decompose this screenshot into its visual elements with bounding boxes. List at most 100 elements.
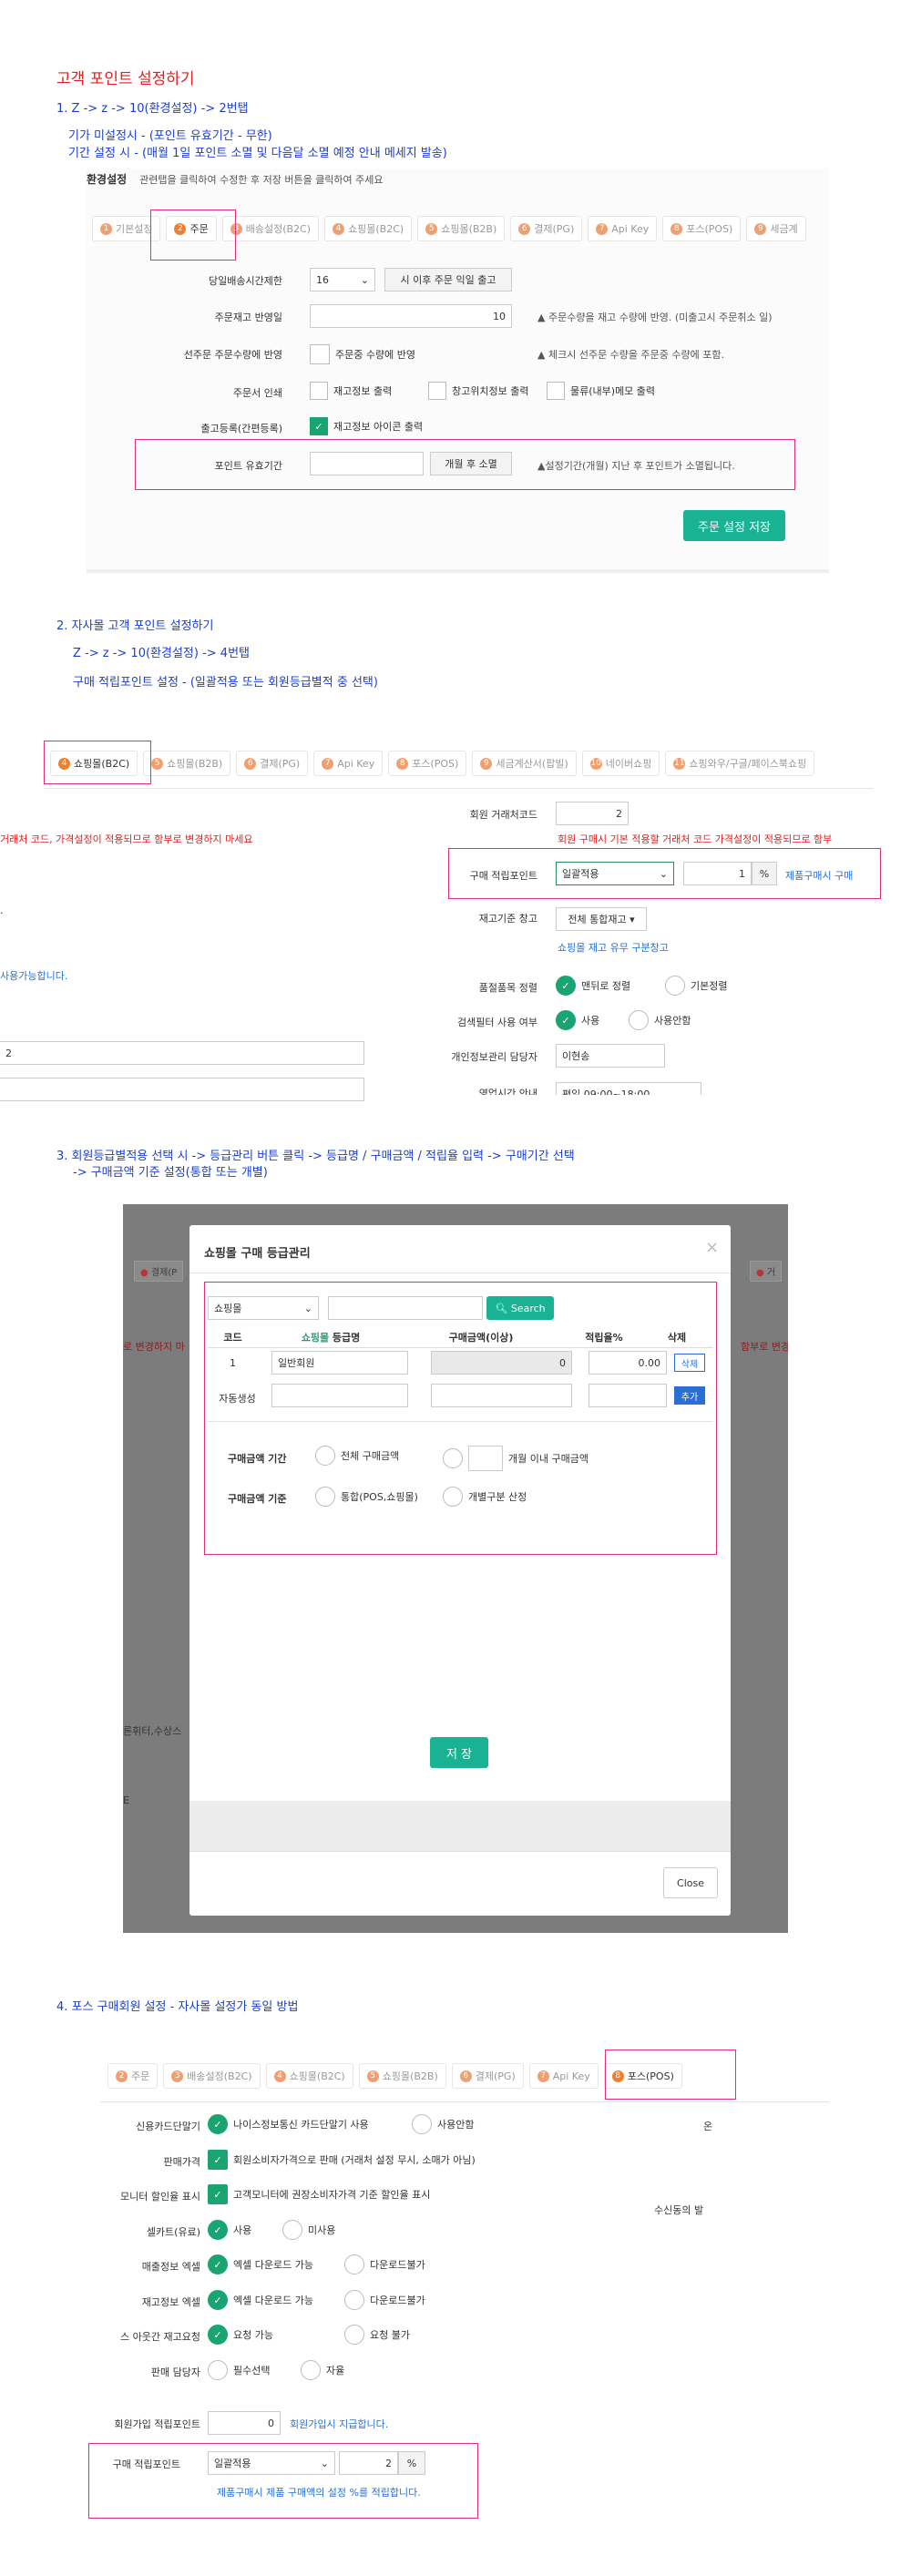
grade-rate-input[interactable]: 0.00: [589, 1351, 667, 1375]
biz-hours-input[interactable]: 평일 09:00~18:00: [556, 1082, 701, 1095]
check-icon[interactable]: ✓: [208, 2254, 228, 2274]
period-option-1[interactable]: 전체 구매금액: [315, 1446, 399, 1466]
search-input[interactable]: [328, 1296, 483, 1320]
add-button[interactable]: 추가: [674, 1386, 705, 1405]
search-filter-option-2[interactable]: 사용안함: [629, 1010, 691, 1030]
shop-select[interactable]: 쇼핑몰 ⌄: [208, 1296, 319, 1320]
radio-icon[interactable]: [282, 2220, 302, 2240]
point-expiry-button[interactable]: 개월 후 소멸: [430, 452, 512, 475]
pos-row-option[interactable]: 다운로드불가: [344, 2290, 425, 2310]
pos-row-option[interactable]: ✓ 회원소비자가격으로 판매 (거래처 설정 무시, 소매가 아님): [208, 2150, 476, 2170]
period-option-2[interactable]: 개월 이내 구매금액: [443, 1446, 589, 1471]
tab-0[interactable]: 2 주문: [107, 2063, 159, 2089]
tab-7[interactable]: 11 쇼핑와우/구글/페이스북쇼핑: [665, 751, 815, 776]
privacy-input[interactable]: 이현송: [556, 1044, 665, 1068]
pos-row-option[interactable]: ✓ 엑셀 다운로드 가능: [208, 2290, 313, 2310]
new-grade-amount-input[interactable]: [431, 1384, 572, 1407]
search-button[interactable]: 🔍︎ Search: [486, 1296, 554, 1320]
shipping-limit-select[interactable]: 16 ⌄: [310, 268, 375, 291]
tab-2[interactable]: 6 결제(PG): [236, 751, 309, 776]
radio-icon[interactable]: [344, 2290, 364, 2310]
print-option-3[interactable]: 물류(내부)메모 출력: [547, 382, 655, 400]
radio-icon[interactable]: [315, 1487, 335, 1507]
pos-purchase-point-select[interactable]: 일괄적용 ⌄: [208, 2451, 335, 2475]
preorder-option[interactable]: 주문중 수량에 반영: [310, 344, 415, 364]
tab-6[interactable]: 7 Api Key: [588, 216, 658, 241]
stock-wh-link[interactable]: 쇼핑몰 재고 유무 구분창고: [558, 940, 669, 955]
radio-icon[interactable]: [443, 1448, 463, 1468]
left-input-2[interactable]: [0, 1078, 364, 1101]
radio-icon[interactable]: [344, 2325, 364, 2345]
radio-icon[interactable]: [665, 976, 685, 996]
grade-amount-input[interactable]: 0: [431, 1351, 572, 1375]
close-button[interactable]: Close: [663, 1867, 718, 1898]
check-icon[interactable]: ✓: [208, 2325, 228, 2345]
radio-icon[interactable]: [344, 2254, 364, 2274]
member-code-input[interactable]: 2: [556, 802, 629, 825]
print-option-2[interactable]: 창고위치정보 출력: [428, 382, 528, 400]
radio-icon[interactable]: [412, 2114, 432, 2134]
pos-row-option[interactable]: 다운로드불가: [344, 2254, 425, 2274]
tab-5[interactable]: 7 Api Key: [528, 2063, 599, 2089]
join-point-input[interactable]: 0: [208, 2411, 281, 2435]
pos-row-option[interactable]: 사용안함: [412, 2114, 474, 2134]
close-icon[interactable]: ×: [705, 1238, 719, 1257]
months-input[interactable]: [468, 1446, 503, 1471]
pos-row-option[interactable]: 미사용: [282, 2220, 335, 2240]
tab-3[interactable]: 7 Api Key: [313, 751, 384, 776]
check-icon[interactable]: ✓: [556, 976, 576, 996]
purchase-point-input[interactable]: 1: [683, 862, 752, 885]
tab-2[interactable]: 3 배송설정(B2C): [221, 216, 320, 241]
basis-option-1[interactable]: 통합(POS,쇼핑몰): [315, 1487, 418, 1507]
radio-icon[interactable]: [301, 2360, 321, 2380]
radio-icon[interactable]: [208, 2360, 228, 2380]
purchase-point-link[interactable]: 제품구매시 구매: [785, 868, 853, 883]
print-checkbox-3[interactable]: [547, 382, 565, 400]
check-icon[interactable]: ✓: [208, 2150, 228, 2170]
pos-purchase-point-input[interactable]: 2: [339, 2451, 398, 2475]
save-order-settings-button[interactable]: 주문 설정 저장: [683, 510, 785, 541]
left-input-1[interactable]: 2: [0, 1041, 364, 1065]
new-grade-rate-input[interactable]: [589, 1384, 667, 1407]
pos-row-option[interactable]: 자율: [301, 2360, 344, 2380]
pos-row-option[interactable]: 요청 불가: [344, 2325, 410, 2345]
pos-row-option[interactable]: 필수선택: [208, 2360, 270, 2380]
preorder-checkbox[interactable]: [310, 344, 330, 364]
save-button[interactable]: 저 장: [430, 1737, 488, 1768]
tab-1[interactable]: 5 쇼핑몰(B2B): [143, 751, 231, 776]
delete-button[interactable]: 삭제: [674, 1354, 705, 1372]
pos-row-option[interactable]: ✓ 엑셀 다운로드 가능: [208, 2254, 313, 2274]
tab-4[interactable]: 6 결제(PG): [451, 2063, 524, 2089]
print-checkbox-2[interactable]: [428, 382, 446, 400]
pos-row-option[interactable]: ✓ 고객모니터에 권장소비자가격 기준 할인율 표시: [208, 2184, 430, 2204]
check-icon[interactable]: ✓: [208, 2114, 228, 2134]
tab-4[interactable]: 8 포스(POS): [388, 751, 467, 776]
check-icon[interactable]: ✓: [208, 2184, 228, 2204]
sort-option-2[interactable]: 기본정렬: [665, 976, 727, 996]
tab-1[interactable]: 3 배송설정(B2C): [163, 2063, 261, 2089]
stock-wh-dropdown[interactable]: 전체 통합재고 ▾: [556, 907, 647, 931]
tab-8[interactable]: 9 세금계: [746, 216, 806, 241]
grade-name-input[interactable]: 일반회원: [271, 1351, 408, 1375]
check-icon[interactable]: ✓: [208, 2220, 228, 2240]
check-icon[interactable]: ✓: [208, 2290, 228, 2310]
radio-icon[interactable]: [629, 1010, 649, 1030]
new-grade-name-input[interactable]: [271, 1384, 408, 1407]
pos-row-option[interactable]: ✓ 나이스정보통신 카드단말기 사용: [208, 2114, 369, 2134]
ship-reg-option[interactable]: ✓ 재고정보 아이콘 출력: [310, 417, 423, 435]
check-icon[interactable]: ✓: [556, 1010, 576, 1030]
tab-3[interactable]: 5 쇼핑몰(B2B): [358, 2063, 446, 2089]
radio-icon[interactable]: [315, 1446, 335, 1466]
point-expiry-input[interactable]: [310, 452, 424, 475]
check-icon[interactable]: ✓: [310, 417, 328, 435]
radio-icon[interactable]: [443, 1487, 463, 1507]
tab-4[interactable]: 5 쇼핑몰(B2B): [417, 216, 506, 241]
basis-option-2[interactable]: 개별구분 산정: [443, 1487, 527, 1507]
sort-option-1[interactable]: ✓ 맨뒤로 정렬: [556, 976, 630, 996]
tab-5[interactable]: 9 세금계산서(팝빌): [472, 751, 577, 776]
pos-row-option[interactable]: ✓ 사용: [208, 2220, 251, 2240]
tab-3[interactable]: 4 쇼핑몰(B2C): [324, 216, 413, 241]
tab-5[interactable]: 6 결제(PG): [510, 216, 583, 241]
stock-reflect-input[interactable]: 10: [310, 304, 512, 328]
purchase-point-select[interactable]: 일괄적용 ⌄: [556, 862, 674, 885]
